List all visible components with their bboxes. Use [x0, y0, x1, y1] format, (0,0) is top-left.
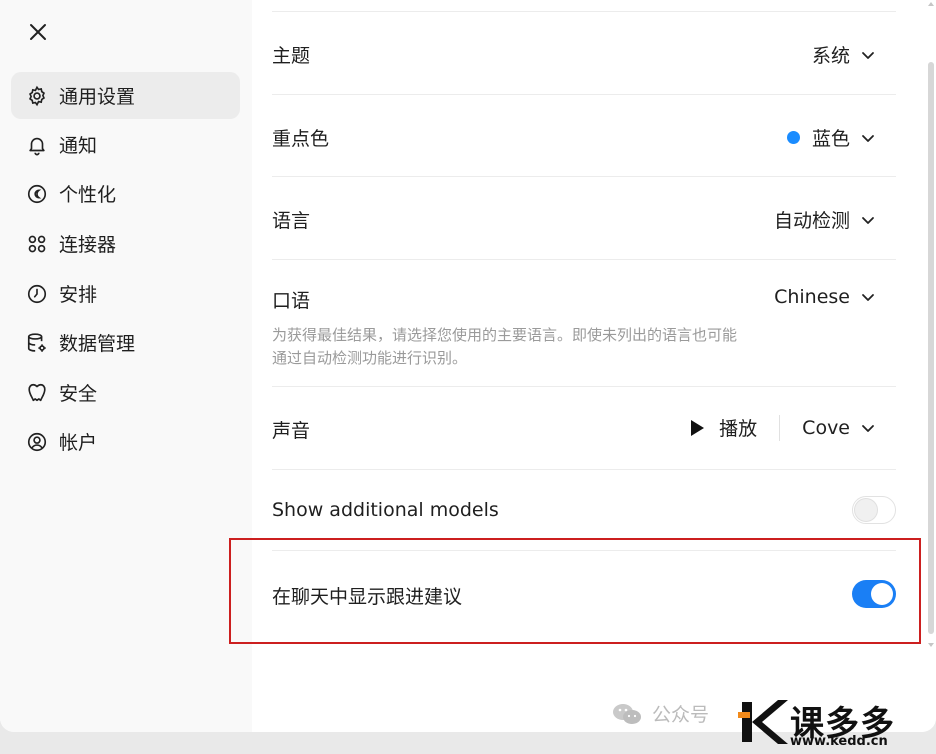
play-voice-button[interactable]: 播放 — [689, 414, 757, 441]
accent-color-dot — [786, 131, 800, 144]
play-label: 播放 — [719, 418, 758, 440]
accent-value: 蓝色 — [811, 128, 850, 150]
sidebar-item-label: 安全 — [59, 383, 98, 405]
sidebar-item-label: 通用设置 — [59, 86, 136, 108]
sidebar-item-label: 数据管理 — [59, 333, 136, 355]
database-gear-icon — [25, 331, 49, 355]
brand-url: www.kedd.cn — [790, 734, 888, 749]
user-circle-icon — [25, 430, 49, 454]
sidebar-item-schedule[interactable]: 安排 — [11, 270, 240, 317]
sidebar-item-label: 连接器 — [59, 234, 117, 256]
top-divider — [272, 0, 896, 12]
chevron-down-icon — [860, 420, 876, 436]
close-icon — [30, 24, 46, 40]
chevron-down-icon — [860, 47, 876, 63]
sidebar-item-notifications[interactable]: 通知 — [11, 121, 240, 168]
settings-content: 主题 系统 重点色 蓝色 语言 自动检测 口语 Chinese 为获得最佳结果，… — [252, 0, 936, 732]
watermark: 公众号 — [612, 700, 709, 727]
sidebar-item-general[interactable]: 通用设置 — [11, 72, 240, 119]
play-icon — [691, 419, 705, 436]
sidebar-item-label: 通知 — [59, 135, 98, 157]
spoken-language-label: 口语 — [272, 290, 311, 312]
follow-up-toggle[interactable] — [852, 580, 896, 608]
accent-dropdown[interactable]: 蓝色 — [786, 124, 876, 151]
setting-row-spoken-language: 口语 Chinese 为获得最佳结果，请选择您使用的主要语言。即使未列出的语言也… — [272, 260, 896, 387]
shield-icon — [25, 381, 49, 405]
setting-row-additional-models: Show additional models — [272, 470, 896, 551]
additional-models-toggle[interactable] — [852, 496, 896, 524]
voice-dropdown[interactable]: Cove — [802, 417, 876, 439]
toggle-knob — [855, 499, 877, 521]
sidebar-item-security[interactable]: 安全 — [11, 369, 240, 416]
help-text-line: 通过自动检测功能进行识别。 — [272, 349, 468, 367]
language-dropdown[interactable]: 自动检测 — [774, 206, 876, 233]
gear-icon — [25, 84, 49, 108]
settings-window: 通用设置 通知 个性化 连接器 安排 数据管理 安全 帐户 主题 系统 重点色 … — [0, 0, 936, 732]
toggle-knob — [871, 583, 893, 605]
close-button[interactable] — [22, 16, 54, 48]
language-label: 语言 — [272, 210, 311, 232]
sidebar-item-label: 个性化 — [59, 184, 117, 206]
wechat-icon — [613, 703, 641, 724]
voice-value: Cove — [802, 416, 850, 439]
theme-label: 主题 — [272, 45, 311, 67]
scrollbar-thumb[interactable] — [928, 62, 934, 634]
sidebar-item-connectors[interactable]: 连接器 — [11, 220, 240, 267]
voice-label: 声音 — [272, 420, 311, 442]
voice-separator — [779, 414, 781, 441]
spoken-language-dropdown[interactable]: Chinese — [774, 286, 876, 308]
additional-models-label: Show additional models — [272, 499, 499, 521]
setting-row-accent: 重点色 蓝色 — [272, 95, 896, 177]
sidebar-item-account[interactable]: 帐户 — [11, 418, 240, 465]
brand-logo: 课多多 www.kedd.cn — [738, 694, 934, 752]
chevron-down-icon — [860, 289, 876, 305]
sidebar-item-personalization[interactable]: 个性化 — [11, 170, 240, 217]
sidebar: 通用设置 通知 个性化 连接器 安排 数据管理 安全 帐户 — [0, 0, 252, 732]
setting-row-follow-up-suggestions: 在聊天中显示跟进建议 — [272, 551, 896, 637]
setting-row-language: 语言 自动检测 — [272, 177, 896, 260]
theme-value: 系统 — [811, 45, 850, 67]
setting-row-theme: 主题 系统 — [272, 12, 896, 95]
bell-icon — [25, 133, 49, 157]
watermark-text: 公众号 — [652, 704, 710, 726]
spoken-language-value: Chinese — [774, 286, 850, 308]
chevron-down-icon — [860, 130, 876, 146]
chevron-down-icon — [860, 212, 876, 228]
personalize-icon — [25, 182, 49, 206]
follow-up-label: 在聊天中显示跟进建议 — [272, 586, 463, 608]
spoken-language-help: 为获得最佳结果，请选择您使用的主要语言。即使未列出的语言也可能 通过自动检测功能… — [272, 324, 832, 370]
brand-k-icon — [738, 700, 788, 744]
setting-row-voice: 声音 播放 Cove — [272, 387, 896, 470]
sidebar-item-label: 安排 — [59, 284, 98, 306]
accent-label: 重点色 — [272, 128, 330, 150]
voice-controls: 播放 Cove — [689, 414, 876, 441]
sidebar-item-data-management[interactable]: 数据管理 — [11, 319, 240, 366]
scroll-down-arrow[interactable] — [927, 641, 935, 649]
help-text-line: 为获得最佳结果，请选择您使用的主要语言。即使未列出的语言也可能 — [272, 326, 738, 344]
theme-dropdown[interactable]: 系统 — [812, 41, 876, 68]
language-value: 自动检测 — [773, 210, 850, 232]
scroll-up-arrow[interactable] — [927, 0, 935, 8]
clock-icon — [25, 282, 49, 306]
sidebar-item-label: 帐户 — [59, 432, 98, 454]
connectors-icon — [25, 232, 49, 256]
